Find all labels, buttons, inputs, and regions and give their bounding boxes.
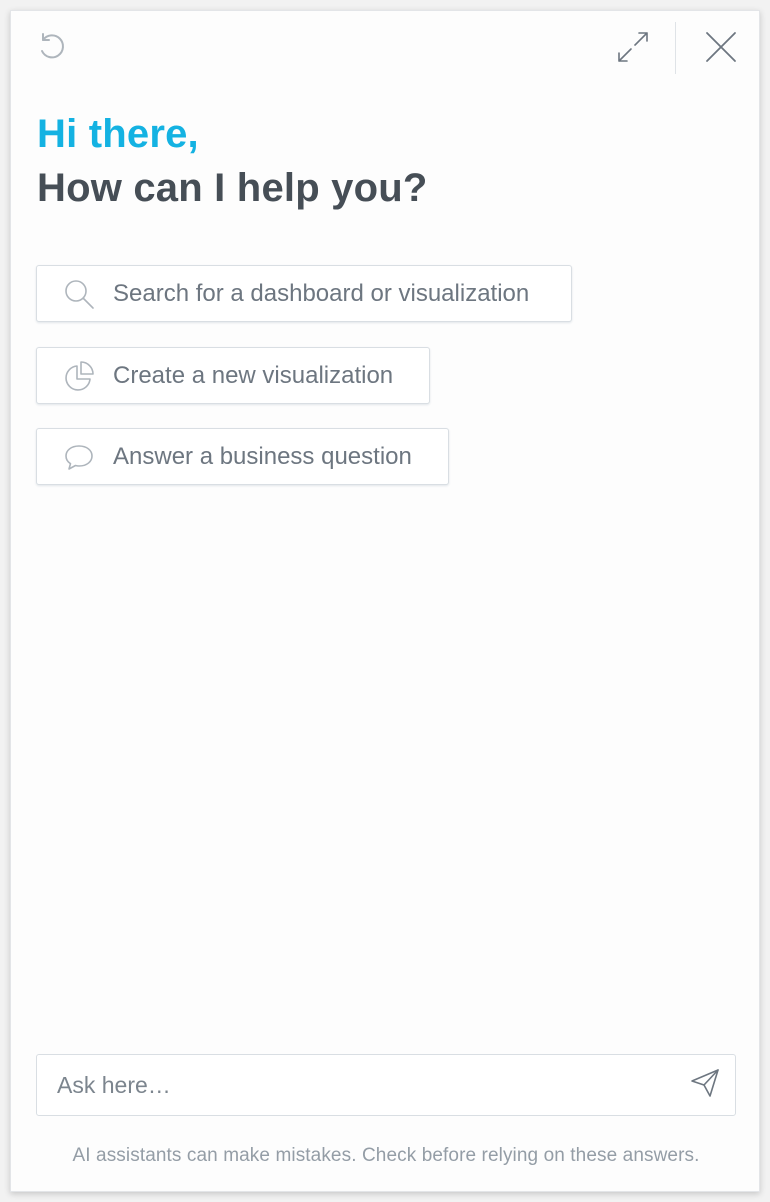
send-button[interactable] [675,1055,735,1115]
assistant-panel: Hi there, How can I help you? Search for… [10,10,760,1192]
greeting: Hi there, How can I help you? [37,107,428,215]
header-divider [675,22,676,74]
search-dashboard-label: Search for a dashboard or visualization [113,279,530,307]
reset-icon [35,31,69,70]
chat-bubble-icon [63,441,95,473]
business-question-button[interactable]: Answer a business question [36,428,449,485]
close-icon [705,31,737,68]
ask-input[interactable] [37,1055,675,1115]
ask-box [36,1054,736,1116]
send-icon [689,1067,721,1104]
disclaimer-text: AI assistants can make mistakes. Check b… [72,1145,700,1166]
search-icon [63,278,95,310]
business-question-label: Answer a business question [113,442,412,470]
create-visualization-button[interactable]: Create a new visualization [36,347,430,404]
pie-chart-icon [63,360,95,392]
greeting-hi: Hi there, [37,112,199,156]
create-visualization-label: Create a new visualization [113,361,394,389]
expand-button[interactable] [613,29,653,69]
search-dashboard-button[interactable]: Search for a dashboard or visualization [36,265,572,322]
expand-icon [616,30,650,69]
greeting-question: How can I help you? [37,166,428,210]
close-button[interactable] [699,27,743,71]
reset-conversation-button[interactable] [33,31,71,69]
